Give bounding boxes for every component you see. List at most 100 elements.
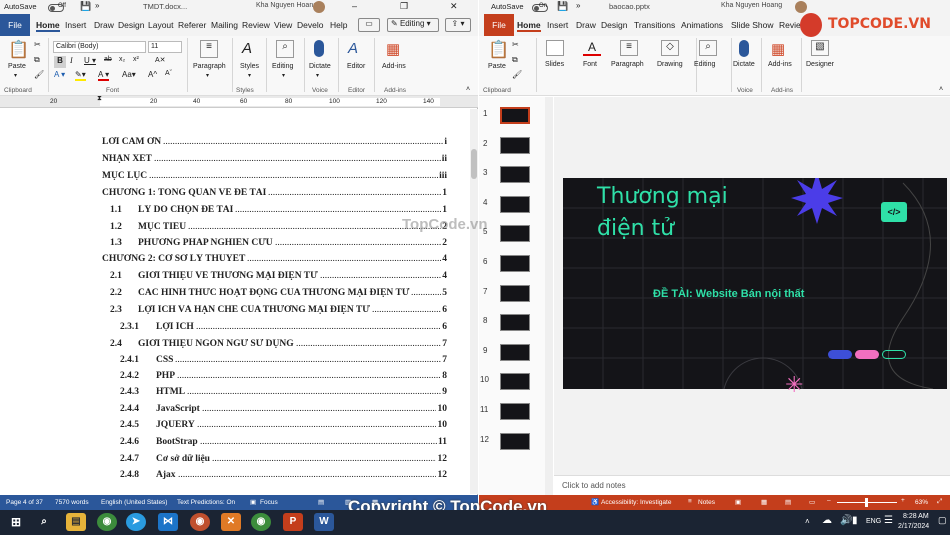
paste-button[interactable]: Paste: [488, 63, 506, 70]
slide-thumbnail[interactable]: [500, 195, 530, 213]
text-predictions-status[interactable]: Text Predictions: On: [177, 499, 235, 506]
indent-marker-icon[interactable]: ⧗: [97, 95, 102, 103]
page-counter[interactable]: Page 4 of 37: [6, 499, 43, 506]
slide-subtitle[interactable]: ĐỀ TÀI: Website Bán nội thất: [653, 288, 804, 300]
styles-icon[interactable]: A: [242, 40, 252, 57]
slide-title-line1[interactable]: Thương mại: [597, 184, 728, 209]
underline-button[interactable]: U ▾: [84, 56, 96, 65]
dictate-chevron-icon[interactable]: ▾: [316, 72, 319, 79]
slide-thumbnail[interactable]: [500, 343, 530, 361]
ppt-tab-file[interactable]: File: [484, 14, 514, 36]
editing-chevron-icon[interactable]: ▾: [282, 72, 285, 79]
ppt-tab-slideshow[interactable]: Slide Show: [731, 20, 774, 30]
toc-entry[interactable]: 2.4.4 JavaScript 10.......................…: [102, 404, 447, 418]
ppt-tab-draw[interactable]: Draw: [576, 20, 596, 30]
slide-thumbnail[interactable]: [500, 225, 530, 243]
paste-icon[interactable]: 📋: [488, 40, 509, 60]
paragraph-button[interactable]: Paragraph: [193, 63, 226, 70]
word-tab-layout[interactable]: Layout: [148, 20, 174, 30]
search-icon[interactable]: ⌕: [34, 513, 54, 531]
fit-slide-icon[interactable]: ⤢: [937, 498, 942, 506]
font-size-select[interactable]: 11: [148, 41, 182, 53]
document-page[interactable]: LỜI CẢM ƠN i.............................…: [0, 109, 470, 494]
toc-entry[interactable]: 2.3 LỢI ÍCH VÀ HẠN CHẾ CỦA THƯƠNG MẠI ĐIỆ…: [102, 305, 447, 319]
add-ins-button[interactable]: Add-ins: [768, 61, 792, 68]
add-ins-button[interactable]: Add-ins: [382, 63, 406, 70]
editing-button[interactable]: Editing: [694, 61, 715, 68]
toc-entry[interactable]: CHƯƠNG 2: CƠ SỞ LÝ THUYẾT 4..............…: [102, 254, 447, 268]
copy-icon[interactable]: ⧉: [512, 55, 518, 65]
notes-pane[interactable]: Click to add notes: [554, 475, 950, 495]
zoom-in-icon[interactable]: +: [901, 497, 905, 504]
ribbon-collapse-icon[interactable]: ˄: [939, 86, 943, 93]
slide-thumbnail[interactable]: [500, 403, 530, 420]
word-tab-mailings[interactable]: Mailing: [211, 20, 238, 30]
toc-entry[interactable]: 2.4.8 Ajax 12.............................…: [102, 470, 447, 484]
vscode-icon[interactable]: ⋈: [158, 513, 178, 531]
save-icon[interactable]: 💾: [557, 1, 568, 12]
toc-entry[interactable]: 2.4.6 BootStrap 11........................…: [102, 437, 447, 451]
paste-icon[interactable]: 📋: [8, 40, 29, 60]
slide-sorter-icon[interactable]: ▦: [761, 498, 767, 506]
toc-entry[interactable]: CHƯƠNG 1: TỔNG QUAN VỀ ĐỀ TÀI 1..........…: [102, 188, 447, 202]
zoom-slider-thumb[interactable]: [865, 498, 868, 507]
restore-icon[interactable]: ❐: [400, 1, 408, 12]
toc-entry[interactable]: 2.4.1 CSS 7...............................…: [102, 355, 447, 369]
slide-thumbnail[interactable]: [500, 166, 530, 184]
quick-access-chevron-icon[interactable]: »: [576, 1, 580, 10]
find-icon[interactable]: ⌕: [276, 40, 294, 58]
wifi-icon[interactable]: ☰: [884, 515, 893, 526]
toc-entry[interactable]: 1.3 PHƯƠNG PHÁP NGHIÊN CỨU 2..............…: [102, 238, 447, 252]
ppt-tab-home[interactable]: Home: [517, 20, 541, 32]
toc-entry[interactable]: 1.1 LÝ DO CHỌN ĐỀ TÀI 1...................…: [102, 205, 447, 219]
shrink-font-icon[interactable]: Aˇ: [165, 70, 172, 77]
add-ins-icon[interactable]: ▦: [771, 40, 785, 58]
word-tab-home[interactable]: Home: [36, 20, 60, 32]
ppt-tab-design[interactable]: Design: [601, 20, 627, 30]
add-ins-icon[interactable]: ▦: [386, 40, 400, 58]
slide-thumbnail[interactable]: [500, 373, 530, 391]
word-tab-file[interactable]: File: [0, 14, 30, 36]
focus-icon[interactable]: ▣: [250, 498, 256, 506]
microphone-icon[interactable]: [314, 40, 324, 57]
text-effects-icon[interactable]: A ▾: [54, 70, 65, 79]
toc-entry[interactable]: 2.4 GIỚI THIỆU NGÔN NGỮ SỬ DỤNG 7.........…: [102, 339, 447, 353]
slide-thumbnail[interactable]: [500, 314, 530, 332]
slide-canvas[interactable]: </> Thương mại điện tử ĐỀ TÀI: Website B…: [563, 178, 947, 389]
read-mode-icon[interactable]: ▤: [318, 498, 324, 506]
word-tab-draw[interactable]: Draw: [94, 20, 114, 30]
share-icon[interactable]: ⇪ ▾: [445, 18, 471, 32]
slide-thumbnail[interactable]: [500, 136, 530, 154]
editor-button[interactable]: Editor: [347, 63, 365, 70]
chrome-alt-icon[interactable]: ◉: [251, 513, 271, 531]
dictate-button[interactable]: Dictate: [309, 63, 331, 70]
bold-button[interactable]: B: [54, 56, 66, 68]
toc-entry[interactable]: MỤC LỤC iii..............................…: [102, 171, 447, 185]
toc-entry[interactable]: 2.3.1 LỢI ÍCH 6...........................…: [102, 322, 447, 336]
save-icon[interactable]: 💾: [80, 1, 91, 12]
accessibility-icon[interactable]: ♿: [591, 498, 599, 506]
word-tab-insert[interactable]: Insert: [65, 20, 86, 30]
toc-entry[interactable]: 2.4.3 HTML 9..............................…: [102, 387, 447, 401]
paragraph-chevron-icon[interactable]: ▾: [206, 72, 209, 79]
slide-thumbnail[interactable]: [500, 107, 530, 124]
telegram-icon[interactable]: ➤: [126, 513, 146, 531]
paragraph-icon[interactable]: ≡: [620, 40, 638, 56]
microphone-icon[interactable]: [739, 40, 749, 57]
normal-view-icon[interactable]: ▣: [735, 498, 741, 506]
paste-chevron-icon[interactable]: ▾: [14, 72, 17, 79]
word-tab-developer[interactable]: Develo: [297, 20, 323, 30]
drawing-icon[interactable]: ◇: [661, 40, 679, 56]
paste-button[interactable]: Paste: [8, 63, 26, 70]
document-filename[interactable]: TMDT.docx...: [143, 2, 187, 11]
word-tab-references[interactable]: Referer: [178, 20, 206, 30]
toc-entry[interactable]: 2.2 CÁC HÌNH THỨC HOẠT ĐỘNG CỦA THƯƠNG MẠ…: [102, 288, 447, 302]
toc-entry[interactable]: 2.1 GIỚI THIỆU VỀ THƯƠNG MẠI ĐIỆN TỬ 4....…: [102, 271, 447, 285]
avatar[interactable]: [313, 1, 325, 13]
ppt-tab-animations[interactable]: Animations: [681, 20, 723, 30]
zoom-level[interactable]: 63%: [915, 499, 928, 506]
styles-chevron-icon[interactable]: ▾: [248, 72, 251, 79]
avatar[interactable]: [795, 1, 807, 13]
slide-thumbnail[interactable]: [500, 284, 530, 302]
zoom-out-icon[interactable]: –: [827, 497, 831, 504]
